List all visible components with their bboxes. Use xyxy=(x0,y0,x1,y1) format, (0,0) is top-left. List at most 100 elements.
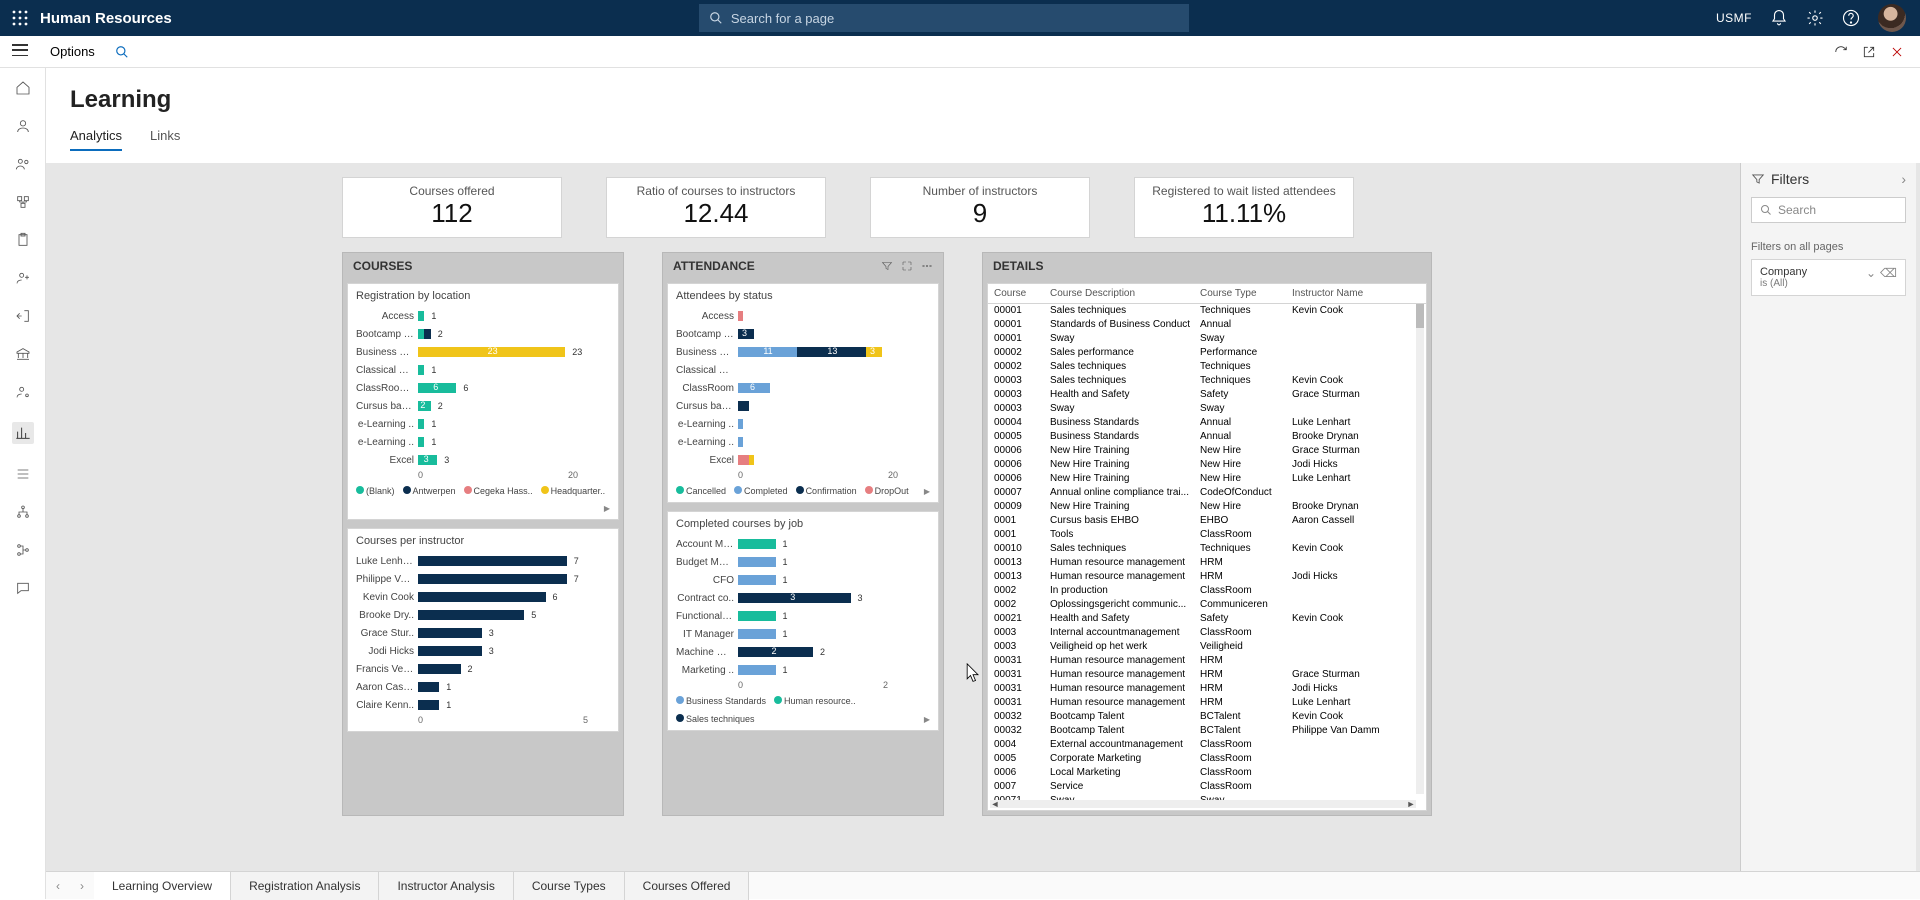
chevron-right-icon[interactable]: › xyxy=(1901,171,1906,187)
kpi-waitlist-ratio[interactable]: Registered to wait listed attendees 11.1… xyxy=(1134,177,1354,238)
chat-icon[interactable] xyxy=(15,580,31,596)
close-icon[interactable] xyxy=(1890,45,1904,59)
person-icon[interactable] xyxy=(15,118,31,134)
options-menu[interactable]: Options xyxy=(50,44,95,59)
table-row[interactable]: 00001Sales techniquesTechniquesKevin Coo… xyxy=(988,304,1426,318)
col-instr: Instructor Name xyxy=(1292,288,1384,299)
app-launcher-icon[interactable] xyxy=(12,10,28,26)
bell-icon[interactable] xyxy=(1770,9,1788,27)
global-search[interactable]: Search for a page xyxy=(699,4,1189,32)
list-icon[interactable] xyxy=(15,466,31,482)
help-icon[interactable] xyxy=(1842,9,1860,27)
filter-icon[interactable] xyxy=(881,260,893,272)
table-row[interactable]: 00006New Hire TrainingNew HireJodi Hicks xyxy=(988,458,1426,472)
filters-title: Filters xyxy=(1771,171,1809,187)
vertical-scrollbar[interactable] xyxy=(1416,304,1424,794)
table-row[interactable]: 00031Human resource managementHRMGrace S… xyxy=(988,668,1426,682)
kpi-instructors[interactable]: Number of instructors 9 xyxy=(870,177,1090,238)
sheet-next[interactable]: › xyxy=(70,879,94,893)
person-gear-icon[interactable] xyxy=(15,384,31,400)
table-row[interactable]: 00021Health and SafetySafetyKevin Cook xyxy=(988,612,1426,626)
filter-value: is (All) xyxy=(1760,278,1807,289)
panel-title: ATTENDANCE xyxy=(673,259,755,273)
kpi-ratio[interactable]: Ratio of courses to instructors 12.44 xyxy=(606,177,826,238)
filters-scope-label: Filters on all pages xyxy=(1751,241,1906,253)
bank-icon[interactable] xyxy=(15,346,31,362)
table-row[interactable]: 00005Business StandardsAnnualBrooke Dryn… xyxy=(988,430,1426,444)
table-row[interactable]: 00032Bootcamp TalentBCTalentKevin Cook xyxy=(988,710,1426,724)
table-row[interactable]: 0004External accountmanagementClassRoom xyxy=(988,738,1426,752)
org-icon[interactable] xyxy=(15,194,31,210)
table-row[interactable]: 00032Bootcamp TalentBCTalentPhilippe Van… xyxy=(988,724,1426,738)
filters-search[interactable]: Search xyxy=(1751,197,1906,223)
table-row[interactable]: 00031Human resource managementHRMJodi Hi… xyxy=(988,682,1426,696)
table-row[interactable]: 0005Corporate MarketingClassRoom xyxy=(988,752,1426,766)
panel-title: COURSES xyxy=(353,259,412,273)
table-row[interactable]: 00009New Hire TrainingNew HireBrooke Dry… xyxy=(988,500,1426,514)
table-row[interactable]: 00006New Hire TrainingNew HireGrace Stur… xyxy=(988,444,1426,458)
table-row[interactable]: 00001SwaySway xyxy=(988,332,1426,346)
filters-search-placeholder: Search xyxy=(1778,203,1816,217)
people-icon[interactable] xyxy=(15,156,31,172)
user-avatar[interactable] xyxy=(1878,4,1906,32)
company-code[interactable]: USMF xyxy=(1716,11,1752,25)
col-desc: Course Description xyxy=(1050,288,1200,299)
exit-icon[interactable] xyxy=(15,308,31,324)
table-row[interactable]: 00002Sales performancePerformance xyxy=(988,346,1426,360)
table-row[interactable]: 00013Human resource managementHRMJodi Hi… xyxy=(988,570,1426,584)
table-row[interactable]: 00010Sales techniquesTechniquesKevin Coo… xyxy=(988,542,1426,556)
sheet-tab[interactable]: Courses Offered xyxy=(625,872,750,900)
find-icon[interactable] xyxy=(115,45,129,59)
chart-completed-by-job[interactable]: Completed courses by job Account Ma..1Bu… xyxy=(667,511,939,731)
table-row[interactable]: 0002Oplossingsgericht communic...Communi… xyxy=(988,598,1426,612)
tab-links[interactable]: Links xyxy=(150,128,180,151)
table-row[interactable]: 00004Business StandardsAnnualLuke Lenhar… xyxy=(988,416,1426,430)
tab-analytics[interactable]: Analytics xyxy=(70,128,122,151)
table-row[interactable]: 0003Internal accountmanagementClassRoom xyxy=(988,626,1426,640)
table-row[interactable]: 0002In productionClassRoom xyxy=(988,584,1426,598)
kpi-courses-offered[interactable]: Courses offered 112 xyxy=(342,177,562,238)
table-row[interactable]: 00003Sales techniquesTechniquesKevin Coo… xyxy=(988,374,1426,388)
sheet-tab[interactable]: Instructor Analysis xyxy=(379,872,513,900)
details-table[interactable]: Course Course Description Course Type In… xyxy=(987,283,1427,811)
sheet-tab[interactable]: Registration Analysis xyxy=(231,872,379,900)
analytics-nav-icon[interactable] xyxy=(12,422,34,444)
sheet-tab[interactable]: Learning Overview xyxy=(94,872,231,900)
table-row[interactable]: 0001ToolsClassRoom xyxy=(988,528,1426,542)
table-row[interactable]: 0006Local MarketingClassRoom xyxy=(988,766,1426,780)
popout-icon[interactable] xyxy=(1862,45,1876,59)
chart-attendees-by-status[interactable]: Attendees by status AccessBootcamp T..3B… xyxy=(667,283,939,503)
table-row[interactable]: 00002Sales techniquesTechniques xyxy=(988,360,1426,374)
chart-registration-by-location[interactable]: Registration by location Access1Bootcamp… xyxy=(347,283,619,520)
hierarchy-icon[interactable] xyxy=(15,504,31,520)
sheet-prev[interactable]: ‹ xyxy=(46,879,70,893)
focus-icon[interactable] xyxy=(901,260,913,272)
clear-filter-icon[interactable]: ⌫ xyxy=(1880,266,1897,281)
nav-toggle-icon[interactable] xyxy=(12,44,28,56)
table-row[interactable]: 00013Human resource managementHRM xyxy=(988,556,1426,570)
horizontal-scrollbar[interactable]: ◄► xyxy=(990,800,1416,808)
table-row[interactable]: 0007ServiceClassRoom xyxy=(988,780,1426,794)
table-row[interactable]: 00031Human resource managementHRM xyxy=(988,654,1426,668)
clipboard-icon[interactable] xyxy=(15,232,31,248)
person-plus-icon[interactable] xyxy=(15,270,31,286)
table-row[interactable]: 00007Annual online compliance trai...Cod… xyxy=(988,486,1426,500)
table-row[interactable]: 00006New Hire TrainingNew HireLuke Lenha… xyxy=(988,472,1426,486)
refresh-icon[interactable] xyxy=(1834,45,1848,59)
filter-company-card[interactable]: Company is (All) ⌄ ⌫ xyxy=(1751,259,1906,296)
chart-courses-per-instructor[interactable]: Courses per instructor Luke Lenhart7Phil… xyxy=(347,528,619,732)
chevron-down-icon[interactable]: ⌄ xyxy=(1866,266,1876,281)
table-row[interactable]: 00031Human resource managementHRMLuke Le… xyxy=(988,696,1426,710)
home-icon[interactable] xyxy=(15,80,31,96)
tree-icon[interactable] xyxy=(15,542,31,558)
sheet-tab[interactable]: Course Types xyxy=(514,872,625,900)
table-row[interactable]: 00003SwaySway xyxy=(988,402,1426,416)
more-icon[interactable] xyxy=(921,260,933,272)
table-row[interactable]: 0003Veiligheid op het werkVeiligheid xyxy=(988,640,1426,654)
gear-icon[interactable] xyxy=(1806,9,1824,27)
table-row[interactable]: 0001Cursus basis EHBOEHBOAaron Cassell xyxy=(988,514,1426,528)
table-row[interactable]: 00001Standards of Business ConductAnnual xyxy=(988,318,1426,332)
panel-courses: COURSES Registration by location Access1… xyxy=(342,252,624,816)
brand-title: Human Resources xyxy=(40,10,172,27)
table-row[interactable]: 00003Health and SafetySafetyGrace Sturma… xyxy=(988,388,1426,402)
